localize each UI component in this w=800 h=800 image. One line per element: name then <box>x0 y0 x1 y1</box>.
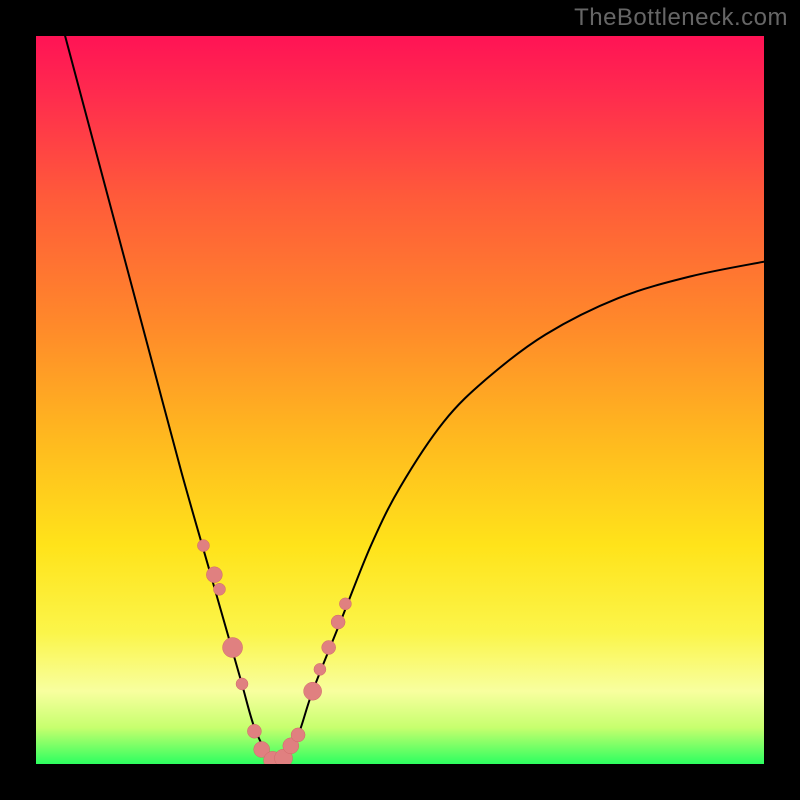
sample-dot <box>331 615 345 629</box>
sample-dot <box>206 567 222 583</box>
sample-dots-group <box>197 540 351 764</box>
chart-stage: TheBottleneck.com <box>0 0 800 800</box>
sample-dot <box>197 540 209 552</box>
plot-area <box>36 36 764 764</box>
sample-dot <box>339 598 351 610</box>
dots-layer <box>36 36 764 764</box>
sample-dot <box>322 641 336 655</box>
sample-dot <box>236 678 248 690</box>
sample-dot <box>223 638 243 658</box>
sample-dot <box>291 728 305 742</box>
sample-dot <box>304 682 322 700</box>
sample-dot <box>314 663 326 675</box>
sample-dot <box>213 583 225 595</box>
watermark-text: TheBottleneck.com <box>574 4 788 32</box>
sample-dot <box>247 724 261 738</box>
